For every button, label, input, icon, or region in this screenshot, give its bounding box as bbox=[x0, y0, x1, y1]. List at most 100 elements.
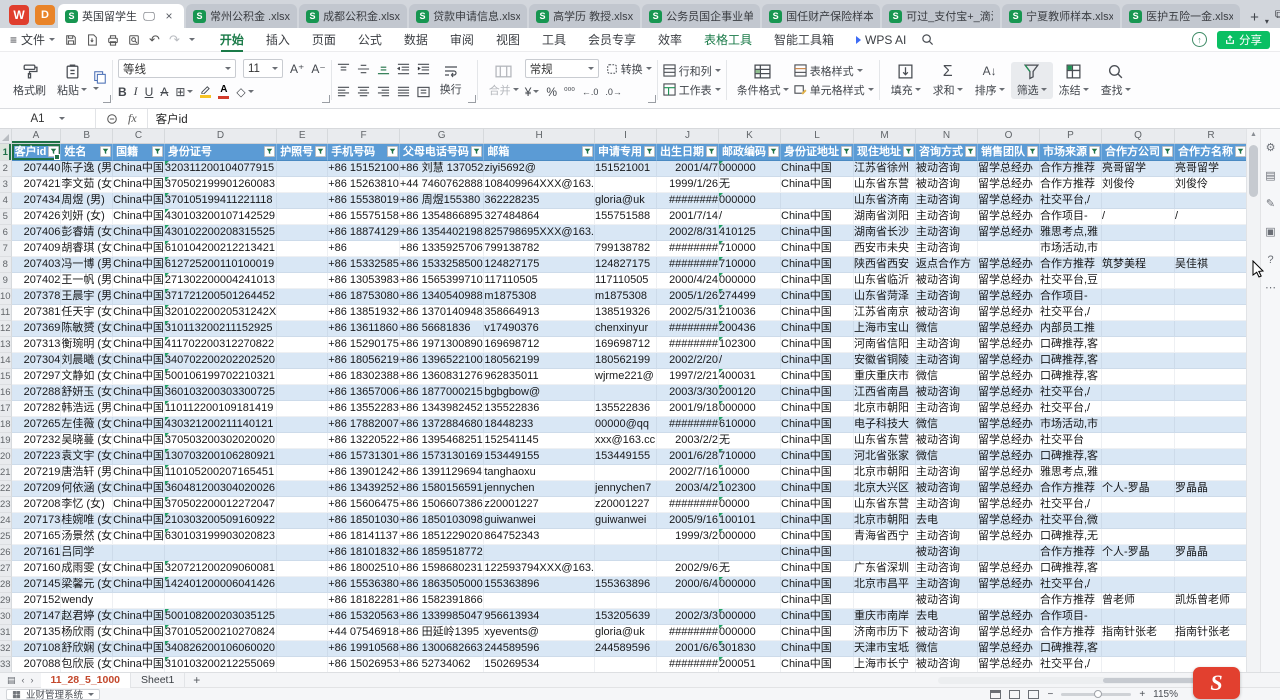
convert-button[interactable]: 转换 bbox=[606, 61, 652, 77]
cell[interactable]: 710000 bbox=[719, 257, 781, 273]
cell[interactable]: 口碑推荐,无 bbox=[1040, 529, 1102, 545]
cell[interactable]: 何依涵 (女 bbox=[61, 481, 113, 497]
new-tab-button[interactable]: + bbox=[1242, 9, 1265, 28]
cell[interactable]: 135522836 bbox=[484, 401, 595, 417]
cell[interactable]: +86 15152100 bbox=[328, 161, 400, 177]
cell[interactable]: +86 56681836 bbox=[400, 321, 484, 337]
header-cell[interactable]: 销售团队 bbox=[978, 144, 1040, 161]
cell[interactable] bbox=[1175, 577, 1246, 593]
cell[interactable]: 710000 bbox=[719, 241, 781, 257]
cell[interactable]: China中国 bbox=[781, 593, 854, 609]
cell[interactable]: +86 1360831276 bbox=[400, 369, 484, 385]
cell[interactable]: 社交平台,/ bbox=[1040, 193, 1102, 209]
cell[interactable] bbox=[1102, 193, 1175, 209]
cell[interactable] bbox=[484, 593, 595, 609]
print-icon[interactable] bbox=[107, 34, 119, 46]
cell[interactable]: 微信 bbox=[916, 417, 978, 433]
header-cell[interactable]: 咨询方式 bbox=[916, 144, 978, 161]
cell[interactable]: China中国 bbox=[113, 641, 165, 657]
increase-indent-icon[interactable] bbox=[417, 63, 430, 75]
cell[interactable] bbox=[1102, 561, 1175, 577]
cell[interactable]: +86 18141137 bbox=[328, 529, 400, 545]
cell[interactable] bbox=[277, 385, 328, 401]
cell[interactable]: v17490376 bbox=[484, 321, 595, 337]
cell[interactable]: 湖南省长沙 bbox=[854, 225, 916, 241]
cell[interactable]: 主动咨询 bbox=[916, 353, 978, 369]
cell[interactable]: 返点合作方 bbox=[916, 257, 978, 273]
cell[interactable]: China中国 bbox=[781, 241, 854, 257]
cell[interactable]: 2002/8/31 bbox=[657, 225, 719, 241]
file-tab[interactable]: S国任财产保险样本.x bbox=[762, 4, 880, 28]
cell[interactable]: 微信 bbox=[916, 449, 978, 465]
cell[interactable] bbox=[1175, 305, 1246, 321]
cell[interactable]: China中国 bbox=[113, 353, 165, 369]
row-number[interactable]: 16 bbox=[0, 385, 12, 401]
cell[interactable] bbox=[1102, 513, 1175, 529]
header-cell[interactable]: 邮政编码 bbox=[719, 144, 781, 161]
column-letter-L[interactable]: L bbox=[781, 129, 854, 144]
cell[interactable]: 凯烁曾老师 bbox=[1175, 593, 1246, 609]
cell[interactable] bbox=[277, 465, 328, 481]
file-tab[interactable]: S常州公积金 .xlsx bbox=[186, 4, 297, 28]
cell[interactable]: 2000/4/24 bbox=[657, 273, 719, 289]
cell[interactable]: 主动咨询 bbox=[916, 193, 978, 209]
cell[interactable]: 2002/5/31 bbox=[657, 305, 719, 321]
cell[interactable]: 留学总经办 bbox=[978, 657, 1040, 672]
cell[interactable] bbox=[1175, 193, 1246, 209]
cell[interactable]: 207282 bbox=[12, 401, 62, 417]
cell[interactable]: 山东省济南 bbox=[854, 193, 916, 209]
align-middle-icon[interactable] bbox=[357, 63, 370, 75]
cell[interactable]: China中国 bbox=[113, 513, 165, 529]
column-letter-Q[interactable]: Q bbox=[1102, 129, 1175, 144]
row-number[interactable]: 20 bbox=[0, 449, 12, 465]
cell[interactable]: +86 13053983 bbox=[328, 273, 400, 289]
cell[interactable]: 重庆市南岸 bbox=[854, 609, 916, 625]
cell[interactable]: 上海市长宁 bbox=[854, 657, 916, 672]
header-cell[interactable]: 身份证地址 bbox=[781, 144, 854, 161]
cell[interactable]: 000000 bbox=[719, 625, 781, 641]
upload-cloud-icon[interactable]: ↑ bbox=[1192, 32, 1207, 47]
cell[interactable]: 留学总经办 bbox=[978, 385, 1040, 401]
align-top-icon[interactable] bbox=[337, 63, 350, 75]
cell[interactable]: 2005/1/26 bbox=[657, 289, 719, 305]
cell[interactable]: China中国 bbox=[113, 289, 165, 305]
cell[interactable]: 留学总经办 bbox=[978, 193, 1040, 209]
more-icon[interactable]: ⋯ bbox=[1264, 281, 1277, 294]
cell[interactable]: 169698712 bbox=[595, 337, 657, 353]
file-tab[interactable]: S医护五险一金.xlsx bbox=[1122, 4, 1240, 28]
normal-view-icon[interactable] bbox=[990, 690, 1001, 699]
cell[interactable]: 370502199901260083 bbox=[165, 177, 277, 193]
cell[interactable]: 社交平台,/ bbox=[1040, 657, 1102, 672]
cell[interactable] bbox=[1175, 385, 1246, 401]
cell[interactable]: +86 13851932 bbox=[328, 305, 400, 321]
cell[interactable]: 留学总经办 bbox=[978, 625, 1040, 641]
tab-review[interactable]: 审阅 bbox=[439, 28, 485, 52]
help-icon[interactable]: ? bbox=[1264, 253, 1277, 266]
cell[interactable]: 371721200501264452 bbox=[165, 289, 277, 305]
cell[interactable]: +86 1582391866 bbox=[400, 593, 484, 609]
cell[interactable]: 358664913 bbox=[484, 305, 595, 321]
column-letter-G[interactable]: G bbox=[400, 129, 484, 144]
cell[interactable]: 000000 bbox=[719, 609, 781, 625]
cell[interactable]: China中国 bbox=[113, 449, 165, 465]
cell[interactable]: China中国 bbox=[113, 337, 165, 353]
wrap-text-button[interactable]: 换行 bbox=[430, 62, 472, 98]
cell[interactable]: 去电 bbox=[916, 513, 978, 529]
find-button[interactable]: 查找 bbox=[1095, 62, 1137, 99]
cell[interactable]: 主动咨询 bbox=[916, 289, 978, 305]
cell[interactable] bbox=[277, 241, 328, 257]
row-number[interactable]: 5 bbox=[0, 209, 12, 225]
cell[interactable] bbox=[277, 529, 328, 545]
cell[interactable]: China中国 bbox=[781, 449, 854, 465]
cell[interactable]: ######## bbox=[657, 193, 719, 209]
cell[interactable]: 864752343 bbox=[484, 529, 595, 545]
cell[interactable]: China中国 bbox=[781, 257, 854, 273]
cell[interactable] bbox=[595, 177, 657, 193]
cell[interactable]: +86 18182281 bbox=[328, 593, 400, 609]
column-letter-F[interactable]: F bbox=[328, 129, 400, 144]
cell[interactable]: 去电 bbox=[916, 609, 978, 625]
cell[interactable]: 合作方推荐 bbox=[1040, 177, 1102, 193]
cell[interactable]: 左佳薇 (女 bbox=[61, 417, 113, 433]
row-number[interactable]: 24 bbox=[0, 513, 12, 529]
cell[interactable]: 袁文宇 (女 bbox=[61, 449, 113, 465]
